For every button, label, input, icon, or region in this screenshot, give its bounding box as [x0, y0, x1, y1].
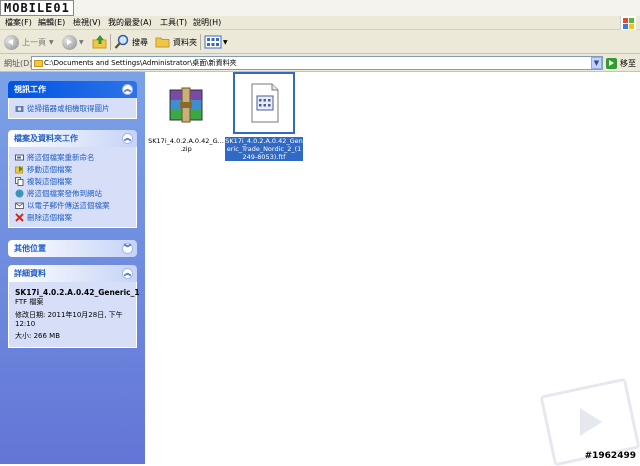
file-name-label: SK17i_4.0.2.A.0.42_G... .zip — [148, 137, 224, 153]
file-item-ftf[interactable]: SK17i_4.0.2.A.0.42_Generic_Trade_Nordic_… — [225, 72, 303, 161]
search-icon — [114, 34, 129, 49]
file-item-zip[interactable]: SK17i_4.0.2.A.0.42_G... .zip — [147, 76, 225, 153]
folder-icon — [34, 60, 43, 67]
scan-panel-title: 視訊工作 — [14, 85, 46, 94]
menu-tools[interactable]: 工具(T) — [160, 17, 187, 28]
globe-icon — [15, 189, 24, 197]
details-body: SK17i_4.0.2.A.0.42_Generic_1 FTF 檔案 修改日期… — [8, 282, 140, 348]
task-label: 將這個檔案重新命名 — [27, 152, 95, 162]
details-file-name: SK17i_4.0.2.A.0.42_Generic_1 — [15, 288, 140, 297]
address-input[interactable]: C:\Documents and Settings\Administrator\… — [31, 56, 603, 70]
go-arrow-icon — [606, 57, 617, 69]
camera-icon — [15, 105, 24, 112]
forward-button[interactable]: ▼ — [62, 33, 84, 51]
address-path: C:\Documents and Settings\Administrator\… — [44, 59, 237, 67]
views-button[interactable]: ▼ — [204, 33, 228, 51]
toolbar: 上一頁 ▼ ▼ 搜尋 資料夾 ▼ — [0, 30, 640, 54]
windows-logo-icon — [620, 16, 636, 30]
back-button[interactable]: 上一頁 ▼ — [4, 33, 54, 51]
chevron-down-icon: ▼ — [49, 38, 54, 46]
winrar-archive-icon — [169, 87, 203, 123]
search-button[interactable]: 搜尋 — [114, 33, 148, 51]
task-label: 移動這個檔案 — [27, 164, 72, 174]
file-tasks-body: 將這個檔案重新命名 移動這個檔案 複製這個檔案 將這個檔案發佈到網站 以電子郵件… — [8, 147, 137, 228]
task-rename[interactable]: 將這個檔案重新命名 — [15, 151, 130, 163]
file-name-label: SK17i_4.0.2.A.0.42_Generic_Trade_Nordic_… — [225, 137, 303, 161]
details-header[interactable]: 詳細資料 ︽ — [8, 265, 137, 282]
expand-chevron-icon[interactable]: ︾ — [122, 243, 133, 254]
task-delete[interactable]: 刪除這個檔案 — [15, 211, 130, 223]
task-label: 從掃描器或相機取得圖片 — [27, 103, 110, 113]
details-modified: 修改日期: 2011年10月28日, 下午 12:10 — [15, 311, 123, 328]
watermark-post-id: #1962499 — [584, 451, 636, 461]
scan-panel-body: 從掃描器或相機取得圖片 — [8, 98, 137, 119]
views-grid-icon — [204, 35, 222, 49]
collapse-chevron-icon[interactable]: ︽ — [122, 84, 133, 95]
address-bar: 網址(D) C:\Documents and Settings\Administ… — [0, 54, 640, 72]
address-dropdown-button[interactable]: ▼ — [591, 57, 602, 69]
details-file-type: FTF 檔案 — [15, 298, 44, 306]
toolbar-separator — [110, 34, 111, 50]
video-folder-watermark-icon — [539, 377, 640, 466]
details-title: 詳細資料 — [14, 269, 46, 278]
toolbar-separator — [200, 34, 201, 50]
back-arrow-icon — [4, 34, 19, 50]
delete-x-icon — [15, 212, 24, 222]
details-size: 大小: 266 MB — [15, 332, 61, 340]
file-icon-container — [233, 72, 295, 134]
copy-icon — [15, 176, 24, 186]
email-icon — [15, 202, 24, 209]
menu-favorites[interactable]: 我的最愛(A) — [108, 17, 152, 28]
task-label: 複製這個檔案 — [27, 176, 72, 186]
chevron-down-icon: ▼ — [223, 38, 228, 46]
file-tasks-header[interactable]: 檔案及資料夾工作 ︽ — [8, 130, 137, 147]
task-move[interactable]: 移動這個檔案 — [15, 163, 130, 175]
up-folder-icon — [92, 35, 107, 49]
task-label: 將這個檔案發佈到網站 — [27, 188, 102, 198]
go-button[interactable]: 移至 — [606, 57, 636, 69]
file-tasks-panel: 檔案及資料夾工作 ︽ 將這個檔案重新命名 移動這個檔案 複製這個檔案 將這個檔案… — [8, 130, 137, 228]
other-places-panel: 其他位置 ︾ — [8, 240, 137, 257]
forward-arrow-icon — [62, 34, 77, 50]
move-icon — [15, 165, 23, 173]
menu-edit[interactable]: 編輯(E) — [38, 17, 65, 28]
task-email[interactable]: 以電子郵件傳送這個檔案 — [15, 199, 130, 211]
task-pane: 視訊工作 ︽ 從掃描器或相機取得圖片 檔案及資料夾工作 ︽ 將這個檔案重新命名 … — [0, 72, 145, 464]
task-label: 以電子郵件傳送這個檔案 — [27, 200, 110, 210]
menu-view[interactable]: 檢視(V) — [73, 17, 101, 28]
address-label: 網址(D) — [4, 59, 33, 68]
menu-help[interactable]: 說明(H) — [193, 17, 221, 28]
file-view: SK17i_4.0.2.A.0.42_G... .zip SK17i_4.0.2… — [145, 72, 640, 466]
chevron-down-icon: ▼ — [79, 38, 84, 46]
menu-file[interactable]: 檔案(F) — [5, 17, 32, 28]
task-get-pictures[interactable]: 從掃描器或相機取得圖片 — [15, 102, 130, 114]
folder-icon — [155, 37, 170, 48]
rename-icon — [15, 154, 24, 160]
search-label: 搜尋 — [132, 37, 148, 47]
scan-panel-header[interactable]: 視訊工作 ︽ — [8, 81, 137, 98]
details-panel: 詳細資料 ︽ SK17i_4.0.2.A.0.42_Generic_1 FTF … — [8, 265, 140, 348]
go-label: 移至 — [620, 58, 636, 68]
watermark-bar: MOBILE01 — [0, 0, 640, 16]
other-places-header[interactable]: 其他位置 ︾ — [8, 240, 137, 257]
collapse-chevron-icon[interactable]: ︽ — [122, 133, 133, 144]
file-tasks-title: 檔案及資料夾工作 — [14, 134, 78, 143]
watermark-logo: MOBILE01 — [0, 0, 74, 16]
folders-label: 資料夾 — [173, 37, 197, 47]
scan-panel: 視訊工作 ︽ 從掃描器或相機取得圖片 — [8, 81, 137, 119]
collapse-chevron-icon[interactable]: ︽ — [122, 268, 133, 279]
menu-bar: 檔案(F) 編輯(E) 檢視(V) 我的最愛(A) 工具(T) 說明(H) — [0, 16, 640, 30]
task-label: 刪除這個檔案 — [27, 212, 72, 222]
other-places-title: 其他位置 — [14, 244, 46, 253]
task-publish-web[interactable]: 將這個檔案發佈到網站 — [15, 187, 130, 199]
task-copy[interactable]: 複製這個檔案 — [15, 175, 130, 187]
file-icon-container — [155, 76, 217, 134]
up-folder-button[interactable] — [92, 33, 108, 51]
back-label: 上一頁 — [22, 37, 46, 47]
generic-file-icon — [251, 83, 279, 123]
folders-button[interactable]: 資料夾 — [155, 33, 197, 51]
